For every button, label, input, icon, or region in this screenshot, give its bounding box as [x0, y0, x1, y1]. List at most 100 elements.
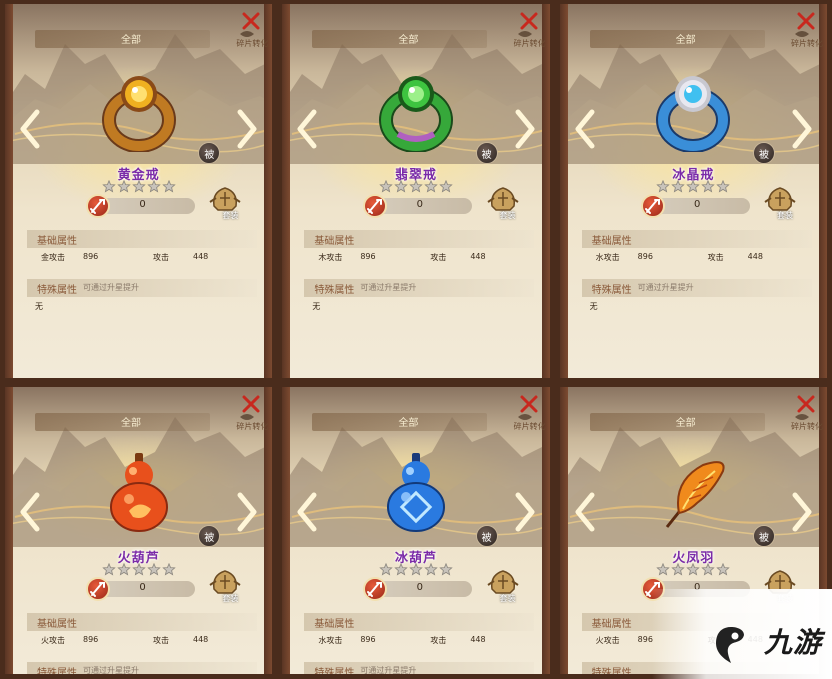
stat2-value: 448: [470, 252, 486, 261]
tab-all[interactable]: 全部: [35, 413, 210, 431]
power-bar: 0: [363, 194, 473, 218]
prev-arrow-icon[interactable]: [19, 492, 41, 532]
prev-arrow-icon[interactable]: [19, 109, 41, 149]
special-attributes-title: 特殊属性: [314, 285, 355, 296]
star-icon: [701, 563, 715, 576]
stat2-label: 攻击: [153, 636, 169, 645]
stat1-value: 896: [83, 635, 99, 644]
special-attributes-header: 特殊属性 可通过升星提升: [581, 279, 812, 297]
star-icon: [394, 180, 408, 193]
special-attributes-value: 无: [35, 302, 43, 311]
tab-all[interactable]: 全部: [589, 413, 765, 431]
basic-attributes-title: 基础属性: [37, 236, 77, 247]
star-icon: [147, 180, 161, 193]
equipment-card-5: 全部 碎片转化 被 冰葫芦 0 套装 基础属性 水攻击 896 攻击 448 特…: [277, 383, 555, 679]
star-icon: [671, 180, 685, 193]
special-attributes-header: 特殊属性 可通过升星提升: [27, 279, 257, 297]
power-value: 0: [693, 199, 701, 210]
special-attributes-title: 特殊属性: [37, 668, 77, 679]
tab-all-label: 全部: [675, 418, 696, 429]
equipment-card-3: 全部 碎片转化 被 冰晶戒 0 套装 基础属性 水攻击 896 攻击 448 特…: [554, 0, 832, 383]
prev-arrow-icon[interactable]: [574, 109, 596, 149]
basic-attributes-title: 基础属性: [591, 619, 632, 630]
tab-all-label: 全部: [121, 418, 141, 429]
suit-label: 套装: [222, 211, 239, 220]
passive-badge[interactable]: 被: [753, 142, 775, 164]
stat2-value: 448: [193, 252, 209, 261]
star-icon: [132, 563, 146, 576]
star-icon: [117, 180, 131, 193]
special-attributes-header: 特殊属性 可通过升星提升: [27, 662, 257, 679]
tab-all[interactable]: 全部: [589, 30, 765, 48]
stat2-value: 448: [747, 252, 763, 261]
stat1-value: 896: [637, 252, 653, 261]
special-attributes-header: 特殊属性 可通过升星提升: [304, 662, 535, 674]
stat1-value: 896: [83, 252, 99, 261]
fragment-convert-label: 碎片转化: [791, 422, 823, 431]
prev-arrow-icon[interactable]: [574, 492, 596, 532]
card-grid: 全部 碎片转化 被 黄金戒 0 套装 基础属性 金攻击 896 攻击 448 特…: [0, 0, 832, 679]
tab-all[interactable]: 全部: [312, 413, 488, 431]
special-attributes-value: 无: [589, 302, 598, 311]
power-bar: 0: [86, 577, 195, 601]
jiuyou-logo-icon: [716, 627, 744, 663]
next-arrow-icon[interactable]: [791, 109, 813, 149]
tab-all[interactable]: 全部: [312, 30, 488, 48]
basic-attributes-title: 基础属性: [37, 619, 77, 630]
passive-badge[interactable]: 被: [475, 142, 498, 164]
stat1-label: 火攻击: [41, 636, 65, 645]
stat1-value: 896: [360, 252, 376, 261]
basic-attributes-header: 基础属性: [581, 230, 812, 248]
star-icon: [656, 180, 670, 193]
next-arrow-icon[interactable]: [791, 492, 813, 532]
star-icon: [716, 563, 730, 576]
next-arrow-icon[interactable]: [514, 492, 536, 532]
basic-attributes-title: 基础属性: [314, 236, 355, 247]
ice-gourd-icon: [376, 451, 456, 535]
stat2-label: 攻击: [430, 253, 447, 262]
star-icon: [686, 180, 700, 193]
next-arrow-icon[interactable]: [514, 109, 536, 149]
basic-attributes-title: 基础属性: [314, 619, 355, 630]
power-value: 0: [416, 582, 424, 593]
fire-gourd-icon: [99, 451, 179, 535]
special-attributes-hint: 可通过升星提升: [83, 666, 139, 675]
prev-arrow-icon[interactable]: [296, 492, 318, 532]
star-icon: [701, 180, 715, 193]
next-arrow-icon[interactable]: [236, 109, 258, 149]
suit-label: 套装: [222, 594, 239, 603]
stat1-label: 木攻击: [318, 253, 343, 262]
special-attributes-value: 无: [312, 302, 321, 311]
watermark: 九游: [652, 589, 832, 679]
star-icon: [117, 563, 131, 576]
prev-arrow-icon[interactable]: [296, 109, 318, 149]
special-attributes-hint: 可通过升星提升: [83, 283, 139, 292]
special-attributes-hint: 可通过升星提升: [360, 283, 417, 292]
tab-all-label: 全部: [398, 418, 419, 429]
tab-all-label: 全部: [121, 35, 141, 46]
star-icon: [686, 563, 700, 576]
power-value: 0: [416, 199, 424, 210]
star-icon: [379, 563, 393, 576]
power-bar: 0: [363, 577, 473, 601]
next-arrow-icon[interactable]: [236, 492, 258, 532]
special-attributes-title: 特殊属性: [37, 285, 77, 296]
basic-attributes-title: 基础属性: [591, 236, 632, 247]
power-bar: 0: [86, 194, 195, 218]
tab-all[interactable]: 全部: [35, 30, 210, 48]
star-icon: [132, 180, 146, 193]
equipment-card-4: 全部 碎片转化 被 火葫芦 0 套装 基础属性 火攻击 896 攻击 448 特…: [0, 383, 278, 679]
stat2-label: 攻击: [430, 636, 447, 645]
star-icon: [439, 180, 453, 193]
star-icon: [656, 563, 670, 576]
star-rating: [656, 563, 730, 576]
star-rating: [379, 180, 453, 193]
star-icon: [102, 563, 116, 576]
passive-badge[interactable]: 被: [753, 525, 775, 547]
star-icon: [162, 563, 176, 576]
tab-all-label: 全部: [398, 35, 419, 46]
star-icon: [716, 180, 730, 193]
passive-badge[interactable]: 被: [475, 525, 498, 547]
star-icon: [671, 563, 685, 576]
star-rating: [102, 563, 176, 576]
